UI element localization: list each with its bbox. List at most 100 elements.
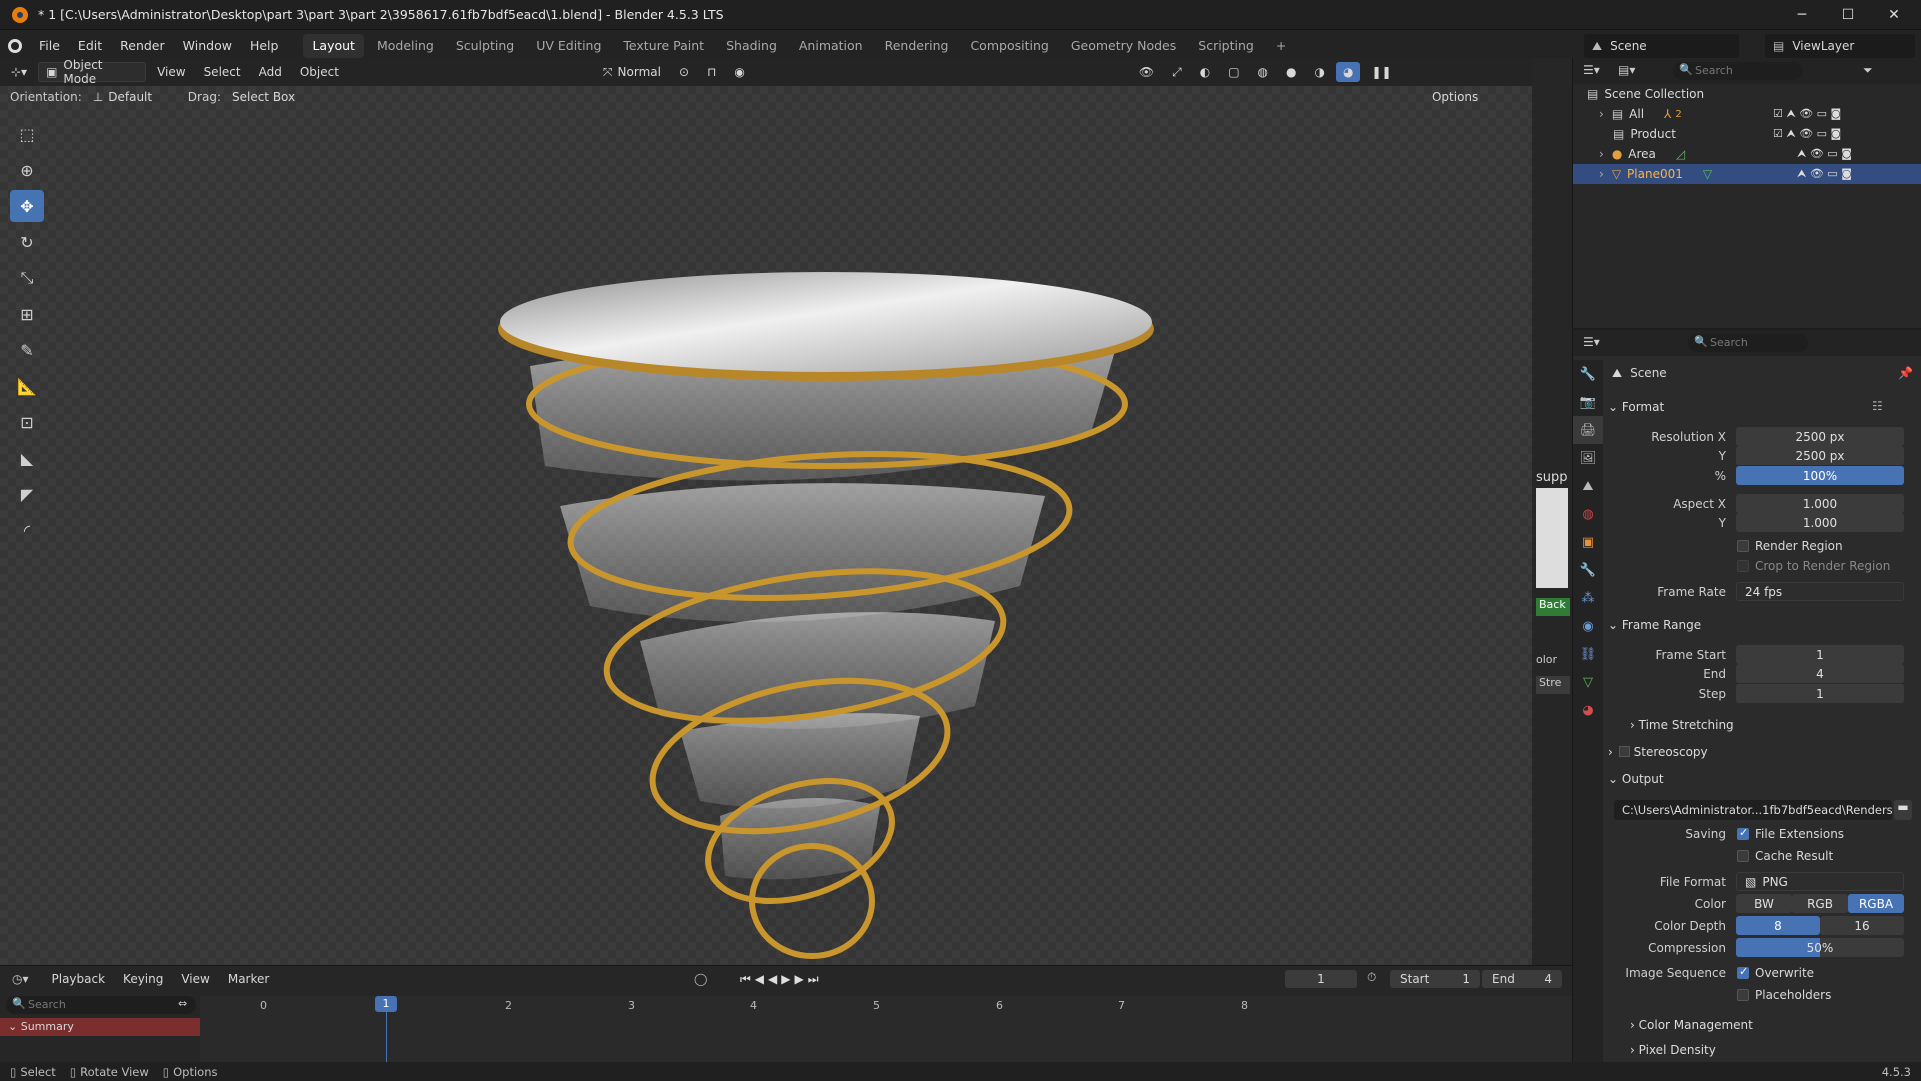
tab-modeling[interactable]: Modeling bbox=[368, 34, 443, 58]
material-shading-icon[interactable]: ◑ bbox=[1308, 62, 1332, 82]
visibility-toggles-icon[interactable]: ⮝ 👁 ▭ ◙ bbox=[1797, 147, 1852, 161]
properties-editor-icon[interactable]: ☰▾ bbox=[1583, 335, 1600, 349]
tab-animation[interactable]: Animation bbox=[790, 34, 872, 58]
pivot-point-icon[interactable]: ⊙ bbox=[672, 62, 696, 82]
pin-icon[interactable]: 📌 bbox=[1898, 366, 1913, 380]
gizmo-icon[interactable]: ⤢ bbox=[1165, 62, 1189, 82]
resolution-y-field[interactable]: 2500 px bbox=[1736, 446, 1904, 465]
xray-icon[interactable]: ▢ bbox=[1221, 62, 1246, 82]
scene-selector[interactable]: ⛰ Scene bbox=[1584, 34, 1739, 58]
menu-select[interactable]: Select bbox=[197, 62, 248, 82]
frame-range-panel-header[interactable]: ⌄ Frame Range bbox=[1608, 618, 1701, 632]
presets-icon[interactable]: ☷ bbox=[1872, 399, 1883, 413]
outliner-row-scene-collection[interactable]: ▤ Scene Collection bbox=[1573, 84, 1921, 104]
pause-render-icon[interactable]: ❚❚ bbox=[1364, 62, 1398, 82]
playback-menu[interactable]: Playback bbox=[45, 969, 113, 989]
side-back-button[interactable]: Back bbox=[1536, 598, 1570, 616]
knife-tool-icon[interactable]: ◣ bbox=[10, 442, 44, 474]
frame-rate-dropdown[interactable]: 24 fps bbox=[1736, 582, 1904, 601]
timeline-search-input[interactable]: Search bbox=[6, 996, 196, 1014]
options-dropdown[interactable]: Options bbox=[1425, 87, 1485, 107]
display-mode-icon[interactable]: ▤▾ bbox=[1618, 63, 1635, 77]
tab-rendering[interactable]: Rendering bbox=[876, 34, 958, 58]
keying-menu[interactable]: Keying bbox=[116, 969, 170, 989]
current-frame-field[interactable]: 1 bbox=[1285, 970, 1357, 988]
bisect-tool-icon[interactable]: ◤ bbox=[10, 478, 44, 510]
cache-result-checkbox[interactable] bbox=[1737, 850, 1749, 862]
tab-compositing[interactable]: Compositing bbox=[961, 34, 1057, 58]
overlay-icon[interactable]: ◐ bbox=[1193, 62, 1217, 82]
select-box-tool-icon[interactable]: ⬚ bbox=[10, 118, 44, 150]
pixel-density-subpanel[interactable]: › Pixel Density bbox=[1630, 1043, 1716, 1057]
menu-file[interactable]: File bbox=[30, 30, 69, 62]
stereoscopy-checkbox[interactable] bbox=[1618, 746, 1630, 757]
marker-menu[interactable]: Marker bbox=[221, 969, 276, 989]
add-cube-tool-icon[interactable]: ⊡ bbox=[10, 406, 44, 438]
render-region-checkbox[interactable] bbox=[1737, 540, 1749, 552]
format-panel-header[interactable]: ⌄ Format bbox=[1608, 400, 1664, 414]
menu-help[interactable]: Help bbox=[241, 30, 288, 62]
tab-shading[interactable]: Shading bbox=[717, 34, 786, 58]
color-rgb-button[interactable]: RGB bbox=[1792, 894, 1848, 913]
3d-viewport[interactable] bbox=[0, 86, 1532, 965]
side-stre-field[interactable]: Stre bbox=[1536, 676, 1570, 694]
summary-channel[interactable]: ⌄ Summary bbox=[0, 1018, 200, 1036]
color-depth-16-button[interactable]: 16 bbox=[1820, 916, 1904, 935]
stopwatch-icon[interactable]: ⏱ bbox=[1367, 970, 1376, 985]
menu-window[interactable]: Window bbox=[174, 30, 241, 62]
annotate-tool-icon[interactable]: ✎ bbox=[10, 334, 44, 366]
tab-scripting[interactable]: Scripting bbox=[1189, 34, 1263, 58]
compression-slider[interactable]: 50% bbox=[1736, 938, 1904, 957]
playhead[interactable]: 1 bbox=[375, 996, 397, 1012]
stereoscopy-panel-header[interactable]: › Stereoscopy bbox=[1608, 745, 1708, 759]
start-frame-field[interactable]: Start 1 bbox=[1390, 970, 1480, 988]
color-bw-button[interactable]: BW bbox=[1736, 894, 1792, 913]
output-panel-header[interactable]: ⌄ Output bbox=[1608, 772, 1664, 786]
frame-end-field[interactable]: 4 bbox=[1736, 664, 1904, 683]
visibility-toggles-icon[interactable]: ☑ ⮝ 👁 ▭ ◙ bbox=[1773, 127, 1841, 141]
modifier-tab-icon[interactable]: 🔧 bbox=[1573, 556, 1603, 584]
color-management-subpanel[interactable]: › Color Management bbox=[1630, 1018, 1753, 1032]
add-workspace-button[interactable]: + bbox=[1267, 34, 1295, 58]
outliner-row-area[interactable]: › ● Area ◿ ⮝ 👁 ▭ ◙ bbox=[1573, 144, 1921, 164]
file-extensions-checkbox[interactable] bbox=[1737, 826, 1749, 840]
object-tab-icon[interactable]: ▣ bbox=[1573, 528, 1603, 556]
timeline-editor-icon[interactable]: ◷▾ bbox=[12, 972, 29, 986]
file-format-dropdown[interactable]: ▧ PNG bbox=[1736, 872, 1904, 891]
output-path-field[interactable]: C:\Users\Administrator...1fb7bdf5eacd\Re… bbox=[1614, 800, 1892, 820]
auto-keying-icon[interactable]: ◯ bbox=[694, 972, 707, 986]
snap-icon[interactable]: ⊓ bbox=[700, 62, 723, 82]
drag-dropdown[interactable]: Select Box bbox=[225, 87, 305, 107]
menu-add[interactable]: Add bbox=[252, 62, 289, 82]
time-stretching-subpanel[interactable]: › Time Stretching bbox=[1630, 718, 1734, 732]
overwrite-checkbox[interactable] bbox=[1737, 965, 1749, 979]
menu-render[interactable]: Render bbox=[111, 30, 174, 62]
minimize-button[interactable]: ─ bbox=[1779, 0, 1825, 30]
playback-controls-icon[interactable]: ⏮◀◀▶▶⏭ bbox=[740, 972, 823, 987]
timeline-view-menu[interactable]: View bbox=[174, 969, 216, 989]
measure-tool-icon[interactable]: 📐 bbox=[10, 370, 44, 402]
cursor-tool-icon[interactable]: ⊕ bbox=[10, 154, 44, 186]
folder-icon[interactable]: ▬ bbox=[1894, 800, 1912, 820]
crop-checkbox[interactable] bbox=[1737, 560, 1749, 572]
placeholders-checkbox[interactable] bbox=[1737, 989, 1749, 1001]
tab-layout[interactable]: Layout bbox=[303, 33, 364, 58]
maximize-button[interactable]: ☐ bbox=[1825, 0, 1871, 30]
move-tool-icon[interactable]: ✥ bbox=[10, 190, 44, 222]
orientation-dropdown[interactable]: ⊥ Default bbox=[86, 87, 176, 107]
swap-icon[interactable]: ⇔ bbox=[178, 997, 187, 1010]
transform-orientation-dropdown[interactable]: ⤧ Normal bbox=[596, 62, 668, 82]
tab-geometry-nodes[interactable]: Geometry Nodes bbox=[1062, 34, 1185, 58]
outliner-row-product[interactable]: ▤ Product ☑ ⮝ 👁 ▭ ◙ bbox=[1573, 124, 1921, 144]
aspect-y-field[interactable]: 1.000 bbox=[1736, 513, 1904, 532]
visibility-toggles-icon[interactable]: ⮝ 👁 ▭ ◙ bbox=[1797, 167, 1852, 181]
color-rgba-button[interactable]: RGBA bbox=[1848, 894, 1904, 913]
close-button[interactable]: ✕ bbox=[1871, 0, 1917, 30]
aspect-x-field[interactable]: 1.000 bbox=[1736, 494, 1904, 513]
end-frame-field[interactable]: End 4 bbox=[1482, 970, 1562, 988]
frame-start-field[interactable]: 1 bbox=[1736, 645, 1904, 664]
outliner-editor-icon[interactable]: ☰▾ bbox=[1583, 63, 1600, 77]
tab-sculpting[interactable]: Sculpting bbox=[447, 34, 523, 58]
object-mode-dropdown[interactable]: ▣ Object Mode bbox=[38, 58, 147, 86]
menu-edit[interactable]: Edit bbox=[69, 30, 111, 62]
